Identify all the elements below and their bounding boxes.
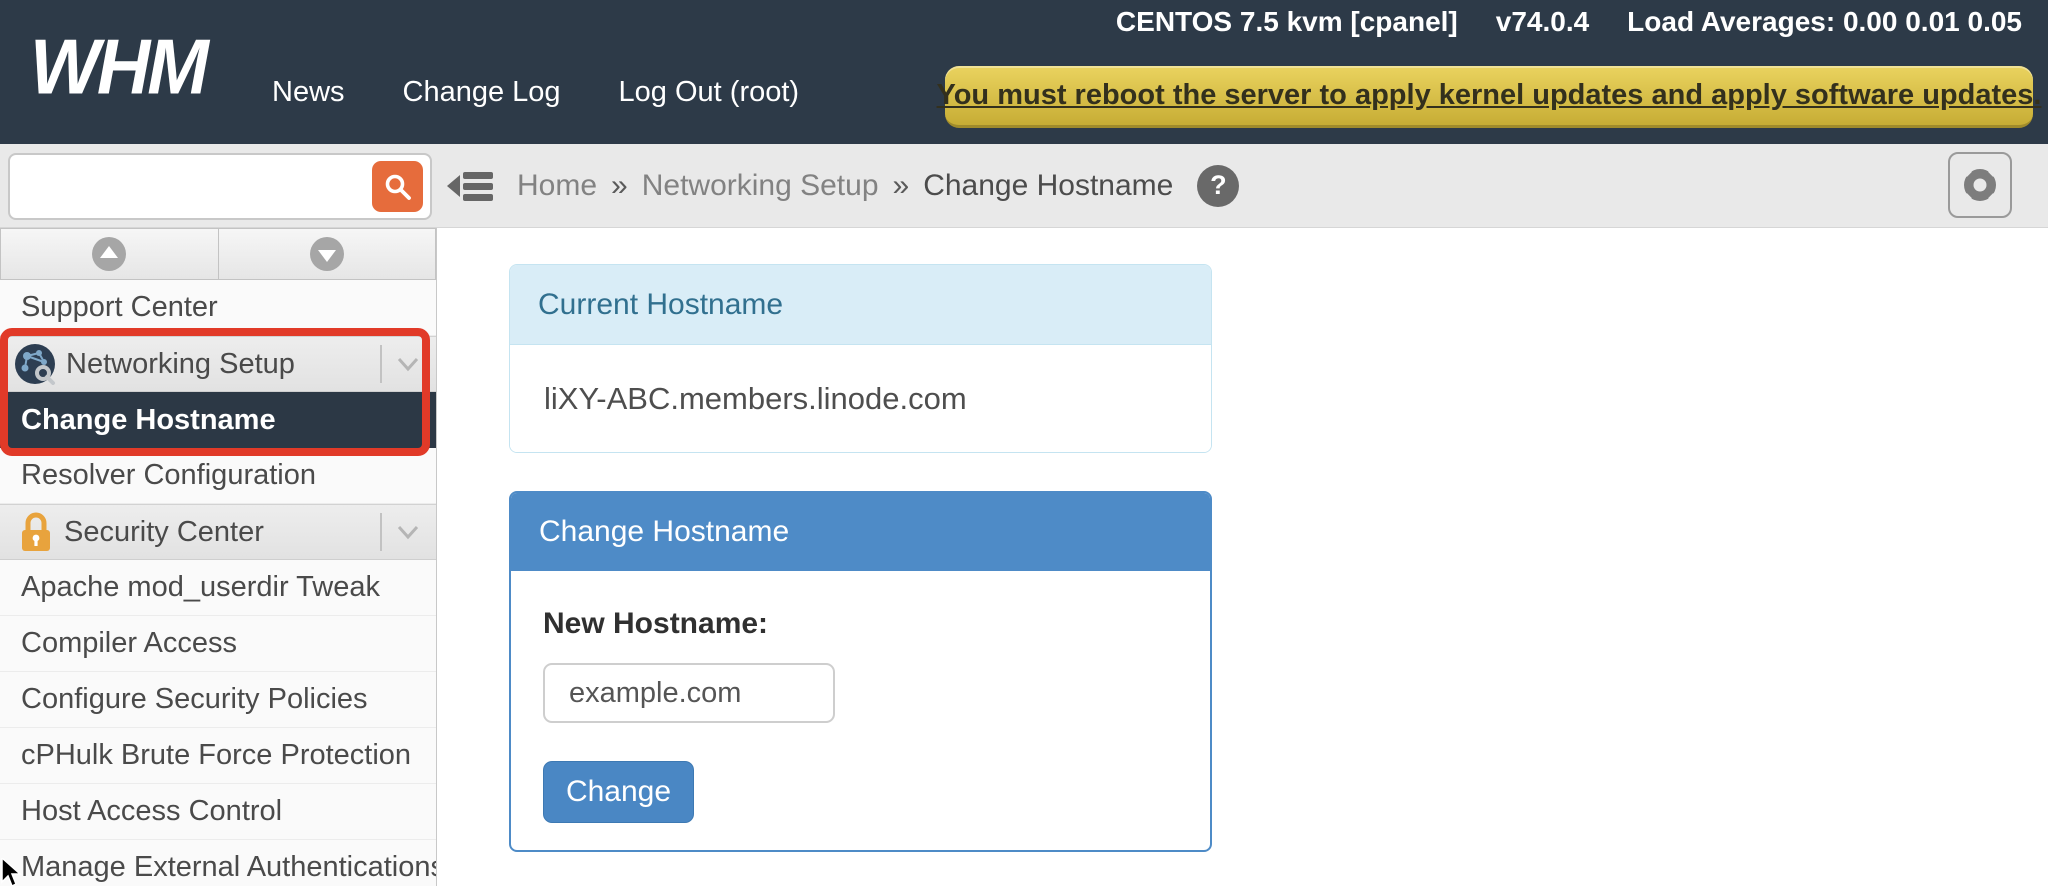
whm-logo: WHM: [30, 28, 206, 106]
search-button[interactable]: [372, 161, 423, 212]
sidebar-item-cphulk-brute-force-protection[interactable]: cPHulk Brute Force Protection: [0, 728, 436, 784]
sidebar-scroll-controls: [0, 228, 436, 280]
main-content: Current Hostname liXY-ABC.members.linode…: [437, 228, 2048, 886]
networking-icon: [14, 343, 56, 385]
new-hostname-label: New Hostname:: [543, 607, 1210, 641]
nav-logout-link[interactable]: Log Out (root): [619, 76, 800, 109]
mouse-cursor: [0, 858, 26, 886]
current-hostname-value: liXY-ABC.members.linode.com: [544, 381, 967, 417]
arrow-up-circle-icon: [90, 235, 128, 273]
sidebar-item-host-access-control[interactable]: Host Access Control: [0, 784, 436, 840]
sidebar-item-label: Change Hostname: [21, 404, 276, 437]
nav-changelog-link[interactable]: Change Log: [403, 76, 561, 109]
sidebar-category-label: Security Center: [64, 516, 264, 549]
change-hostname-panel: Change Hostname New Hostname: Change: [509, 491, 1212, 852]
search-icon: [382, 171, 414, 203]
sidebar-item-label: Support Center: [21, 291, 218, 324]
load-averages-label: Load Averages: 0.00 0.01 0.05: [1627, 6, 2022, 38]
scroll-down-button[interactable]: [219, 228, 437, 280]
top-bar: CENTOS 7.5 kvm [cpanel] v74.0.4 Load Ave…: [0, 0, 2048, 144]
life-ring-icon: [1957, 162, 2003, 208]
sidebar-item-change-hostname[interactable]: Change Hostname: [0, 392, 436, 448]
search-box: [8, 153, 432, 220]
os-version-label: CENTOS 7.5 kvm [cpanel]: [1116, 6, 1458, 38]
sidebar-item-label: Compiler Access: [21, 627, 237, 660]
breadcrumb-home-link[interactable]: Home: [517, 169, 597, 203]
collapse-sidebar-icon[interactable]: [447, 166, 493, 206]
current-hostname-panel-header: Current Hostname: [510, 265, 1211, 345]
sidebar-item-support-center[interactable]: Support Center: [0, 280, 436, 336]
new-hostname-input[interactable]: [543, 663, 835, 723]
sidebar-item-label: Apache mod_userdir Tweak: [21, 571, 380, 604]
help-icon[interactable]: ?: [1197, 165, 1239, 207]
nav-news-link[interactable]: News: [272, 76, 345, 109]
whm-change-hostname-page: CENTOS 7.5 kvm [cpanel] v74.0.4 Load Ave…: [0, 0, 2048, 886]
sidebar-category-label: Networking Setup: [66, 348, 295, 381]
top-navigation: News Change Log Log Out (root): [272, 76, 799, 109]
sidebar: Support Center Networking Setu: [0, 228, 437, 886]
search-input[interactable]: [14, 159, 364, 214]
lock-icon: [18, 511, 54, 553]
sidebar-item-apache-mod-userdir-tweak[interactable]: Apache mod_userdir Tweak: [0, 560, 436, 616]
breadcrumb-current-page: Change Hostname: [923, 169, 1173, 203]
breadcrumb-separator: »: [611, 169, 628, 203]
reboot-warning-text: You must reboot the server to apply kern…: [937, 79, 2042, 112]
category-divider: [380, 345, 382, 383]
sidebar-item-label: cPHulk Brute Force Protection: [21, 739, 411, 772]
sidebar-category-security-center[interactable]: Security Center: [0, 504, 436, 560]
sidebar-item-label: Host Access Control: [21, 795, 282, 828]
panel-title: Current Hostname: [538, 288, 783, 322]
sidebar-item-manage-external-authentications[interactable]: Manage External Authentications: [0, 840, 436, 886]
current-hostname-panel: Current Hostname liXY-ABC.members.linode…: [509, 264, 1212, 453]
breadcrumb-separator: »: [893, 169, 910, 203]
whm-version-label: v74.0.4: [1496, 6, 1589, 38]
breadcrumb: Home » Networking Setup » Change Hostnam…: [517, 144, 1239, 227]
sidebar-item-configure-security-policies[interactable]: Configure Security Policies: [0, 672, 436, 728]
scroll-up-button[interactable]: [0, 228, 219, 280]
system-info: CENTOS 7.5 kvm [cpanel] v74.0.4 Load Ave…: [1116, 6, 2022, 38]
category-divider: [380, 513, 382, 551]
chevron-down-icon[interactable]: [396, 524, 420, 540]
change-button[interactable]: Change: [543, 761, 694, 823]
panel-title: Change Hostname: [539, 515, 789, 549]
sidebar-item-compiler-access[interactable]: Compiler Access: [0, 616, 436, 672]
change-hostname-panel-body: New Hostname: Change: [511, 571, 1210, 823]
reboot-warning-banner[interactable]: You must reboot the server to apply kern…: [945, 66, 2033, 128]
sidebar-item-label: Manage External Authentications: [21, 851, 436, 884]
sidebar-item-resolver-configuration[interactable]: Resolver Configuration: [0, 448, 436, 504]
breadcrumb-networking-setup-link[interactable]: Networking Setup: [642, 169, 879, 203]
change-hostname-panel-header: Change Hostname: [511, 493, 1210, 571]
sidebar-item-label: Resolver Configuration: [21, 459, 316, 492]
toolbar: Home » Networking Setup » Change Hostnam…: [0, 144, 2048, 228]
chevron-down-icon[interactable]: [396, 356, 420, 372]
current-hostname-panel-body: liXY-ABC.members.linode.com: [510, 345, 1211, 452]
sidebar-item-label: Configure Security Policies: [21, 683, 368, 716]
support-button[interactable]: [1948, 152, 2012, 218]
arrow-down-circle-icon: [308, 235, 346, 273]
sidebar-category-networking-setup[interactable]: Networking Setup: [0, 336, 436, 392]
